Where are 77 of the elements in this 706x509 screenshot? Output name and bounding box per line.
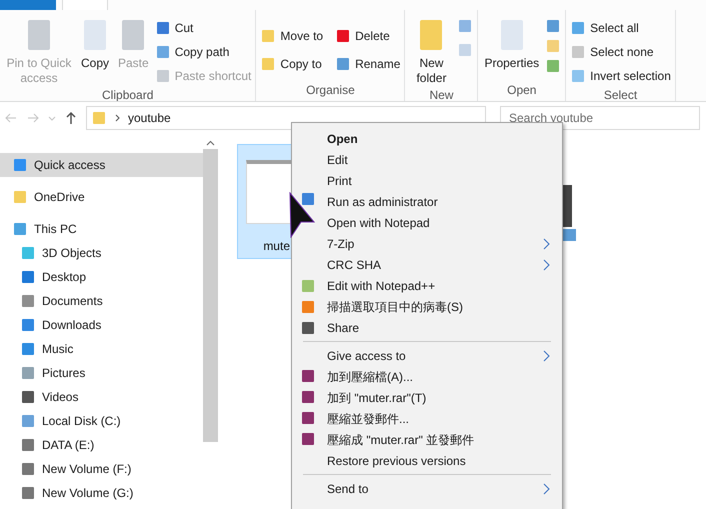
nav-item[interactable]: This PC [0, 217, 203, 241]
nav-item[interactable]: Videos [0, 385, 203, 409]
file-tab[interactable] [0, 0, 56, 10]
menu-item[interactable]: 7-Zip [292, 233, 562, 254]
nav-item[interactable]: New Volume (F:) [0, 457, 203, 481]
nav-icon [12, 189, 28, 205]
nav-item[interactable]: Quick access [0, 153, 203, 177]
cursor-icon [289, 192, 315, 238]
nav-item[interactable]: OneDrive [0, 185, 203, 209]
ribbon-button[interactable]: Copy [78, 14, 112, 71]
chevron-icon[interactable] [48, 114, 56, 122]
chevron-right-icon [115, 114, 120, 122]
scroll-up-icon[interactable] [206, 140, 215, 146]
nav-item[interactable]: 3D Objects [0, 241, 203, 265]
forward-icon[interactable] [26, 111, 40, 125]
menu-item[interactable]: Print [292, 170, 562, 191]
nav-icon [12, 221, 28, 237]
nav-icon [20, 317, 36, 333]
nav-item[interactable]: Documents [0, 289, 203, 313]
up-icon[interactable] [64, 111, 78, 125]
file-tile[interactable]: mute [237, 144, 291, 259]
menu-item[interactable]: 加到 "muter.rar"(T) [292, 387, 562, 408]
nav-item[interactable]: New Volume (G:) [0, 481, 203, 505]
ribbon-button[interactable]: Move to [260, 26, 324, 46]
properties-button[interactable]: Properties [482, 14, 542, 71]
back-icon[interactable] [4, 111, 18, 125]
chevron-right-icon [543, 238, 550, 250]
nav-icon [20, 245, 36, 261]
ribbon-button[interactable]: Delete [335, 26, 400, 46]
nav-item[interactable]: Desktop [0, 265, 203, 289]
ribbon-button[interactable]: Copy to [260, 54, 324, 74]
menu-item[interactable]: Send to [292, 478, 562, 499]
group-label: New [429, 87, 454, 101]
group-label: Open [507, 82, 536, 99]
menu-item[interactable]: Edit [292, 149, 562, 170]
menu-item[interactable]: 掃描選取項目中的病毒(S) [292, 296, 562, 317]
nav-item[interactable]: Music [0, 337, 203, 361]
menu-item[interactable]: Share [292, 317, 562, 338]
ribbon-button[interactable]: Select all [570, 18, 671, 38]
nav-item[interactable]: DATA (E:) [0, 433, 203, 457]
ribbon-button[interactable]: Select none [570, 42, 671, 62]
chevron-right-icon [543, 482, 550, 494]
folder-icon [91, 110, 107, 126]
menu-item[interactable]: 加到壓縮檔(A)... [292, 366, 562, 387]
search-field[interactable]: Search youtube [500, 106, 700, 130]
ribbon-button[interactable]: Cut [154, 18, 252, 38]
menu-item[interactable]: Restore previous versions [292, 450, 562, 471]
nav-icon [20, 293, 36, 309]
breadcrumb[interactable]: youtube [128, 109, 171, 127]
nav-icon [20, 365, 36, 381]
ribbon-button[interactable]: Copy path [154, 42, 252, 62]
chevron-right-icon [543, 258, 550, 270]
nav-item[interactable]: Local Disk (C:) [0, 409, 203, 433]
nav-icon [20, 485, 36, 501]
ribbon-button[interactable]: Rename [335, 54, 400, 74]
group-label: Select [604, 87, 638, 101]
menu-item[interactable]: Give access to [292, 345, 562, 366]
nav-icon [20, 341, 36, 357]
nav-icon [20, 269, 36, 285]
ribbon-button[interactable]: Invert selection [570, 66, 671, 86]
scrollbar-thumb[interactable] [203, 149, 218, 442]
menu-item[interactable]: 壓縮並發郵件... [292, 408, 562, 429]
nav-icon [20, 389, 36, 405]
group-label: Organise [306, 82, 355, 99]
nav-item[interactable]: Downloads [0, 313, 203, 337]
menu-item[interactable]: Open [292, 128, 562, 149]
nav-icon [12, 157, 28, 173]
menu-item[interactable]: CRC SHA [292, 254, 562, 275]
nav-icon [20, 461, 36, 477]
menu-item[interactable]: 壓縮成 "muter.rar" 並發郵件 [292, 429, 562, 450]
chevron-right-icon [543, 350, 550, 362]
menu-item[interactable]: Edit with Notepad++ [292, 275, 562, 296]
nav-icon [20, 413, 36, 429]
home-tab[interactable] [62, 0, 108, 10]
new-folder-button[interactable]: New folder [409, 14, 454, 86]
nav-item[interactable]: Pictures [0, 361, 203, 385]
nav-icon [20, 437, 36, 453]
